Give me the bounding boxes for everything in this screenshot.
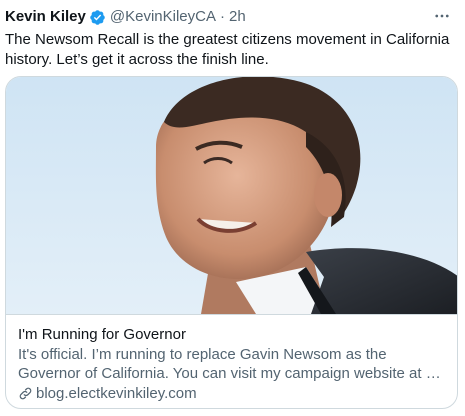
card-title: I'm Running for Governor	[18, 326, 186, 343]
card-image	[6, 77, 457, 314]
card-description: It's official. I’m running to replace Ga…	[18, 346, 441, 382]
tweet-header: Kevin Kiley @KevinKileyCA · 2h	[5, 6, 246, 28]
tweet-text: The Newsom Recall is the greatest citize…	[5, 31, 450, 68]
card-link[interactable]: blog.electkevinkiley.com	[18, 384, 447, 403]
tweet-timestamp[interactable]: 2h	[229, 7, 246, 27]
verified-badge-icon	[89, 9, 106, 26]
card-domain[interactable]: blog.electkevinkiley.com	[36, 384, 197, 403]
link-card[interactable]: I'm Running for Governor It's official. …	[5, 76, 458, 409]
author-name[interactable]: Kevin Kiley	[5, 7, 86, 27]
tweet[interactable]: Kevin Kiley @KevinKileyCA · 2h The Newso…	[0, 0, 465, 416]
more-horizontal-icon[interactable]	[431, 6, 453, 26]
author-handle[interactable]: @KevinKileyCA	[110, 7, 216, 27]
separator-dot: ·	[219, 8, 225, 25]
card-body: I'm Running for Governor It's official. …	[6, 314, 457, 408]
link-icon	[18, 386, 33, 401]
